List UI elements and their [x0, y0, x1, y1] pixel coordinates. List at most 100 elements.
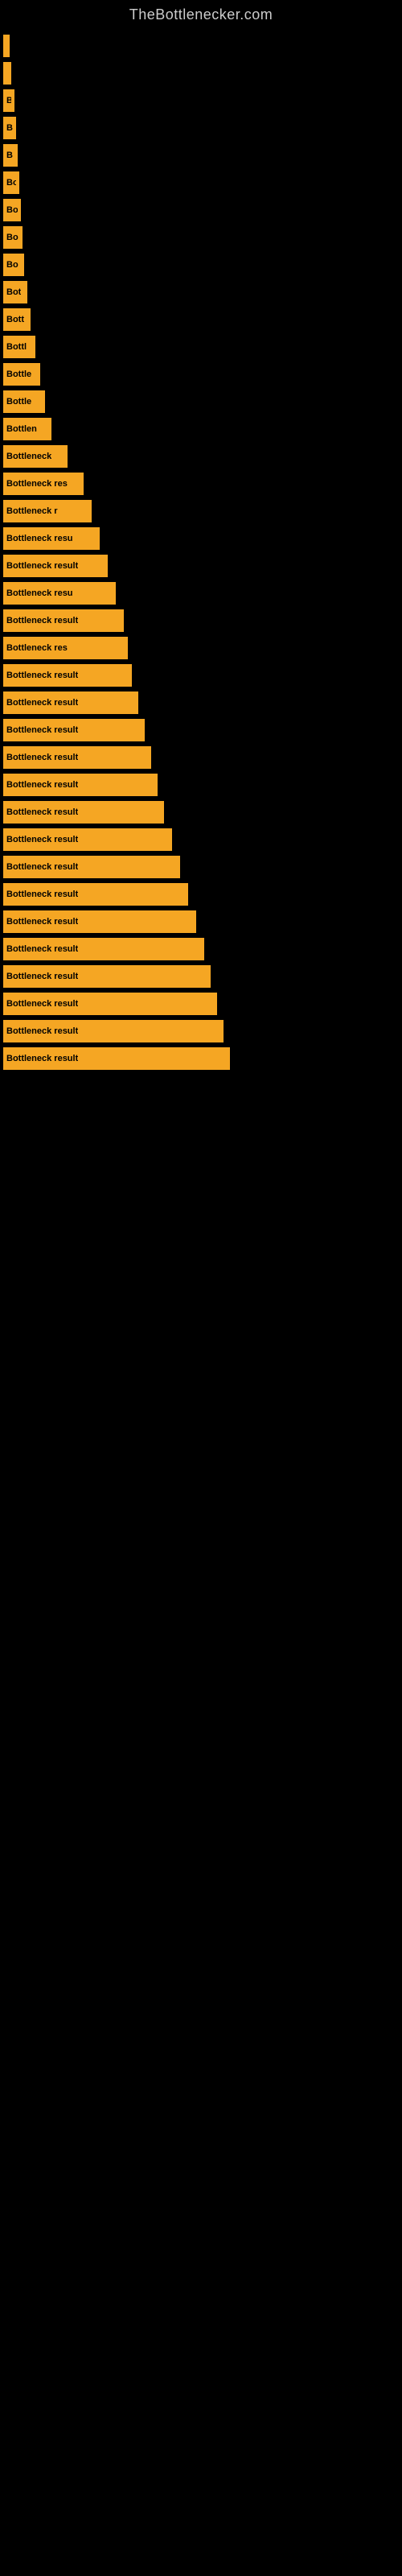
- bar-row: Bottleneck result: [0, 965, 402, 988]
- bar-item: Bottleneck result: [3, 883, 188, 906]
- bar-item: B: [3, 89, 14, 112]
- bar-row: Bottleneck result: [0, 719, 402, 741]
- bar-label: Bottleneck result: [6, 999, 78, 1009]
- bar-label: Bottleneck result: [6, 725, 78, 735]
- bar-label: Bottle: [6, 369, 31, 379]
- bar-row: B: [0, 89, 402, 112]
- bar-label: Bottleneck result: [6, 698, 78, 708]
- bar-item: Bo: [3, 226, 23, 249]
- bar-label: B: [6, 123, 13, 133]
- bar-row: Bottleneck result: [0, 938, 402, 960]
- bar-row: Bottleneck r: [0, 500, 402, 522]
- bar-item: Bottl: [3, 336, 35, 358]
- bar-row: Bottleneck result: [0, 664, 402, 687]
- bar-label: Bottleneck result: [6, 671, 78, 680]
- bar-item: Bo: [3, 254, 24, 276]
- bar-row: Bottleneck result: [0, 1020, 402, 1042]
- bar-label: Bottleneck result: [6, 917, 78, 927]
- bar-item: Bottleneck r: [3, 500, 92, 522]
- bar-row: Bo: [0, 226, 402, 249]
- bar-item: Bottleneck result: [3, 664, 132, 687]
- bar-label: Bottl: [6, 342, 27, 352]
- bar-row: Bottleneck result: [0, 910, 402, 933]
- bar-item: Bottleneck result: [3, 993, 217, 1015]
- bar-label: Bottleneck result: [6, 1054, 78, 1063]
- bar-label: Bottleneck result: [6, 835, 78, 844]
- bar-item: Bottleneck resu: [3, 582, 116, 605]
- bar-item: Bottleneck result: [3, 965, 211, 988]
- bar-row: Bottleneck result: [0, 801, 402, 824]
- bar-item: B: [3, 117, 16, 139]
- bar-row: Bottleneck result: [0, 774, 402, 796]
- bar-item: Bottleneck res: [3, 473, 84, 495]
- bar-row: Bottleneck resu: [0, 582, 402, 605]
- bar-row: [0, 62, 402, 85]
- bar-row: Bottle: [0, 390, 402, 413]
- bar-item: Bo: [3, 171, 19, 194]
- bar-item: B: [3, 144, 18, 167]
- bar-label: Bo: [6, 205, 18, 215]
- bar-row: Bottleneck result: [0, 828, 402, 851]
- bar-row: Bot: [0, 281, 402, 303]
- bar-label: Bottleneck resu: [6, 534, 73, 543]
- bar-item: Bottleneck result: [3, 555, 108, 577]
- bar-label: Bott: [6, 315, 24, 324]
- bar-row: Bottleneck result: [0, 746, 402, 769]
- bar-item: [3, 35, 10, 57]
- bar-item: Bottleneck result: [3, 828, 172, 851]
- bar-label: Bottleneck result: [6, 753, 78, 762]
- bar-label: Bottleneck result: [6, 807, 78, 817]
- bar-row: Bottleneck res: [0, 637, 402, 659]
- bar-item: Bottleneck result: [3, 938, 204, 960]
- bar-item: Bo: [3, 199, 21, 221]
- bar-label: Bottleneck result: [6, 972, 78, 981]
- bar-item: Bottle: [3, 390, 45, 413]
- bar-item: Bottleneck result: [3, 774, 158, 796]
- bar-label: B: [6, 96, 11, 105]
- bar-row: Bottleneck result: [0, 691, 402, 714]
- bar-item: Bottleneck result: [3, 801, 164, 824]
- bar-item: [3, 62, 11, 85]
- bar-label: Bottle: [6, 397, 31, 407]
- bar-item: Bottleneck result: [3, 910, 196, 933]
- bar-label: Bottleneck result: [6, 1026, 78, 1036]
- bar-item: Bottleneck result: [3, 719, 145, 741]
- site-title: TheBottlenecker.com: [0, 0, 402, 27]
- bar-label: Bo: [6, 178, 16, 188]
- bar-row: Bottleneck result: [0, 993, 402, 1015]
- bar-row: Bottleneck result: [0, 555, 402, 577]
- bar-row: Bottleneck res: [0, 473, 402, 495]
- bar-label: Bottleneck r: [6, 506, 58, 516]
- bar-label: Bottleneck resu: [6, 588, 73, 598]
- bar-row: Bottl: [0, 336, 402, 358]
- bar-item: Bottlen: [3, 418, 51, 440]
- bar-label: Bottleneck res: [6, 479, 68, 489]
- bar-item: Bot: [3, 281, 27, 303]
- bar-label: Bottleneck result: [6, 616, 78, 625]
- bar-row: Bott: [0, 308, 402, 331]
- bar-label: Bottleneck: [6, 452, 51, 461]
- bar-row: Bottleneck result: [0, 856, 402, 878]
- bar-row: B: [0, 144, 402, 167]
- bar-label: Bottleneck result: [6, 561, 78, 571]
- bar-row: Bottlen: [0, 418, 402, 440]
- bar-row: Bo: [0, 254, 402, 276]
- bar-row: [0, 35, 402, 57]
- bar-label: Bo: [6, 260, 18, 270]
- bar-item: Bottleneck result: [3, 1020, 224, 1042]
- bar-row: Bottleneck result: [0, 883, 402, 906]
- bar-row: Bo: [0, 199, 402, 221]
- bar-row: Bottle: [0, 363, 402, 386]
- bar-item: Bottleneck result: [3, 1047, 230, 1070]
- bar-row: Bottleneck result: [0, 609, 402, 632]
- bar-row: Bottleneck resu: [0, 527, 402, 550]
- bar-row: Bo: [0, 171, 402, 194]
- bar-item: Bottleneck result: [3, 746, 151, 769]
- bar-item: Bottleneck result: [3, 691, 138, 714]
- bars-container: B B B Bo Bo Bo Bo Bot Bott Bottl Bottle Bottle Bottl…: [0, 27, 402, 1075]
- bar-item: Bottle: [3, 363, 40, 386]
- bar-label: Bot: [6, 287, 21, 297]
- bar-item: Bottleneck resu: [3, 527, 100, 550]
- bar-label: Bottlen: [6, 424, 37, 434]
- bar-row: Bottleneck: [0, 445, 402, 468]
